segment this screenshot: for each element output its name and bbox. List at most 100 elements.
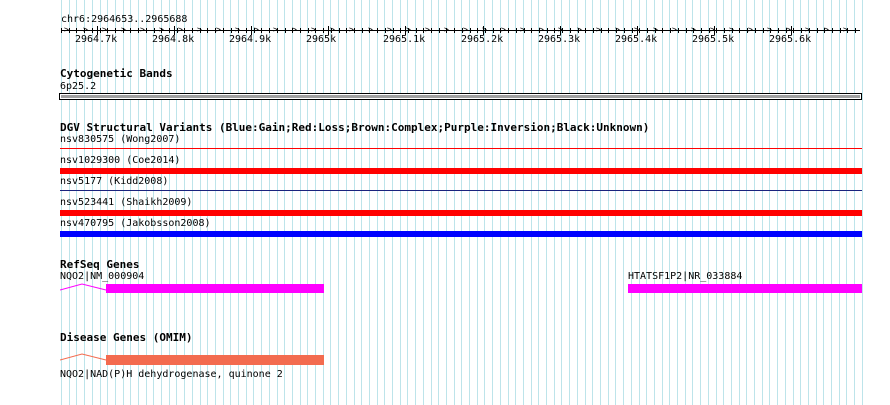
- ruler-direction-arrow: >: [444, 25, 449, 34]
- grid-line: [662, 0, 663, 405]
- grid-line: [754, 0, 755, 405]
- grid-line: [431, 0, 432, 405]
- grid-line: [392, 0, 393, 405]
- grid-line: [384, 0, 385, 405]
- ruler-minor-tick: [76, 28, 77, 33]
- grid-line: [469, 0, 470, 405]
- grid-line: [446, 0, 447, 405]
- ruler-minor-tick: [339, 28, 340, 33]
- grid-line: [269, 0, 270, 405]
- grid-line: [508, 0, 509, 405]
- ruler-direction-arrow: >: [159, 25, 164, 34]
- grid-line: [615, 0, 616, 405]
- grid-line: [839, 0, 840, 405]
- grid-line: [238, 0, 239, 405]
- ruler-minor-tick: [593, 28, 594, 33]
- grid-line: [700, 0, 701, 405]
- ruler-minor-tick: [624, 28, 625, 33]
- grid-line: [808, 0, 809, 405]
- ruler-minor-tick: [385, 28, 386, 33]
- grid-line: [438, 0, 439, 405]
- grid-line: [831, 0, 832, 405]
- dgv-variant-bar[interactable]: [60, 190, 862, 191]
- omim-track-title: Disease Genes (OMIM): [60, 331, 193, 344]
- ruler-direction-arrow: >: [102, 25, 107, 34]
- ruler-direction-arrow: >: [235, 25, 240, 34]
- ruler-direction-arrow: >: [254, 25, 259, 34]
- dgv-variant-label: nsv523441 (Shaikh2009): [60, 197, 193, 208]
- ruler-minor-tick: [400, 28, 401, 33]
- grid-line: [515, 0, 516, 405]
- refseq-gene-bar[interactable]: [106, 284, 324, 293]
- ruler-minor-tick: [778, 28, 779, 33]
- ruler-direction-arrow: >: [558, 25, 563, 34]
- ruler-minor-tick: [647, 28, 648, 33]
- ruler-minor-tick: [547, 28, 548, 33]
- refseq-gene-bar[interactable]: [628, 284, 862, 293]
- ruler-direction-arrow: >: [691, 25, 696, 34]
- ruler-minor-tick: [639, 28, 640, 33]
- ruler-minor-tick: [686, 28, 687, 33]
- grid-line: [569, 0, 570, 405]
- ruler-minor-tick: [477, 28, 478, 33]
- ruler-direction-arrow: >: [273, 25, 278, 34]
- grid-line: [546, 0, 547, 405]
- ruler-direction-arrow: >: [577, 25, 582, 34]
- ruler-direction-arrow: >: [729, 25, 734, 34]
- cytoband-bar: [61, 95, 860, 98]
- grid-line: [677, 0, 678, 405]
- ruler-minor-tick: [516, 28, 517, 33]
- ruler-direction-arrow: >: [425, 25, 430, 34]
- dgv-variant-bar[interactable]: [60, 210, 862, 216]
- grid-line: [323, 0, 324, 405]
- ruler-direction-arrow: >: [672, 25, 677, 34]
- ruler-minor-tick: [431, 28, 432, 33]
- dgv-variant-bar[interactable]: [60, 231, 862, 237]
- ruler-minor-tick: [285, 28, 286, 33]
- ruler-direction-arrow: >: [748, 25, 753, 34]
- dgv-variant-label: nsv5177 (Kidd2008): [60, 176, 169, 187]
- dgv-variant-bar[interactable]: [60, 168, 862, 174]
- grid-line: [600, 0, 601, 405]
- ruler-minor-tick: [423, 28, 424, 33]
- grid-line: [215, 0, 216, 405]
- ruler-direction-arrow: >: [482, 25, 487, 34]
- ruler-direction-arrow: >: [64, 25, 69, 34]
- cytoband-bar-outline[interactable]: [59, 93, 862, 100]
- ruler-minor-tick: [493, 28, 494, 33]
- grid-line: [692, 0, 693, 405]
- grid-line: [246, 0, 247, 405]
- ruler-minor-tick: [716, 28, 717, 33]
- grid-line: [307, 0, 308, 405]
- grid-line: [746, 0, 747, 405]
- ruler-direction-arrow: >: [292, 25, 297, 34]
- grid-line: [292, 0, 293, 405]
- grid-line: [330, 0, 331, 405]
- ruler-minor-tick: [416, 28, 417, 33]
- dgv-variant-bar[interactable]: [60, 148, 862, 149]
- ruler-direction-arrow: >: [216, 25, 221, 34]
- grid-line: [854, 0, 855, 405]
- grid-line: [623, 0, 624, 405]
- grid-line: [577, 0, 578, 405]
- grid-line: [561, 0, 562, 405]
- ruler-direction-arrow: >: [615, 25, 620, 34]
- ruler-direction-arrow: >: [805, 25, 810, 34]
- grid-line: [823, 0, 824, 405]
- grid-line: [454, 0, 455, 405]
- ruler-minor-tick: [323, 28, 324, 33]
- ruler-minor-tick: [261, 28, 262, 33]
- grid-line: [223, 0, 224, 405]
- ruler-minor-tick: [115, 28, 116, 33]
- omim-gene-bar[interactable]: [106, 355, 324, 365]
- grid-line: [200, 0, 201, 405]
- ruler-minor-tick: [61, 28, 62, 33]
- ruler-direction-arrow: >: [653, 25, 658, 34]
- ruler-minor-tick: [146, 28, 147, 33]
- grid-line: [346, 0, 347, 405]
- grid-line: [400, 0, 401, 405]
- grid-line: [538, 0, 539, 405]
- grid-line: [338, 0, 339, 405]
- ruler-minor-tick: [138, 28, 139, 33]
- ruler-minor-tick: [739, 28, 740, 33]
